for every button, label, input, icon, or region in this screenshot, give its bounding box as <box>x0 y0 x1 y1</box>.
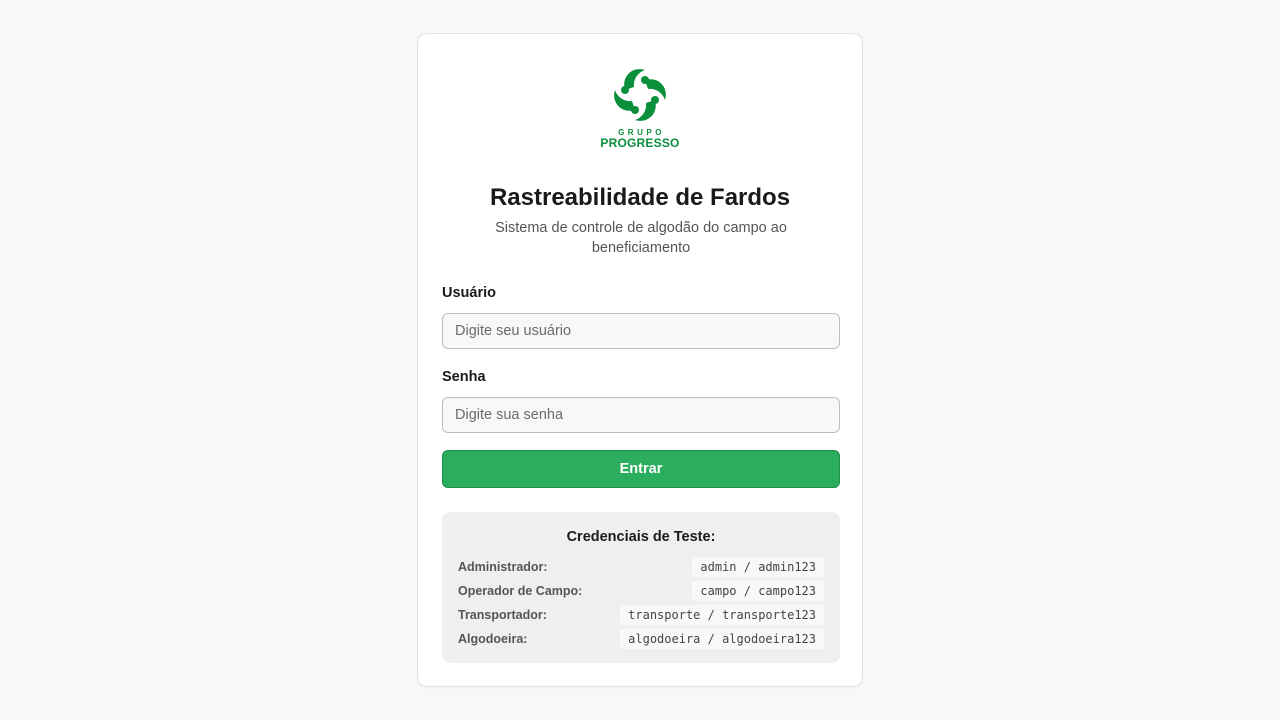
login-button[interactable]: Entrar <box>442 450 840 488</box>
credential-value: campo / campo123 <box>692 581 824 601</box>
credential-role: Administrador: <box>458 560 548 574</box>
credential-row: Operador de Campo: campo / campo123 <box>458 579 824 603</box>
logo-mark-icon <box>614 69 666 121</box>
credential-row: Administrador: admin / admin123 <box>458 555 824 579</box>
logo-text-big: PROGRESSO <box>600 136 680 150</box>
credential-role: Algodoeira: <box>458 632 528 646</box>
login-card: GRUPO PROGRESSO Rastreabilidade de Fardo… <box>417 33 863 687</box>
company-logo: GRUPO PROGRESSO <box>418 64 862 150</box>
username-input[interactable] <box>442 313 840 349</box>
test-credentials-panel: Credenciais de Teste: Administrador: adm… <box>442 512 840 663</box>
password-input[interactable] <box>442 397 840 433</box>
page-title: Rastreabilidade de Fardos <box>489 184 791 211</box>
username-label: Usuário <box>442 285 496 301</box>
credential-value: algodoeira / algodoeira123 <box>620 629 824 649</box>
credential-value: transporte / transporte123 <box>620 605 824 625</box>
credential-row: Algodoeira: algodoeira / algodoeira123 <box>458 627 824 651</box>
page-subtitle: Sistema de controle de algodão do campo … <box>495 220 787 256</box>
credential-value: admin / admin123 <box>692 557 824 577</box>
credentials-title: Credenciais de Teste: <box>566 529 716 545</box>
credential-role: Transportador: <box>458 608 547 622</box>
credential-role: Operador de Campo: <box>458 584 583 598</box>
password-label: Senha <box>442 369 486 385</box>
credential-row: Transportador: transporte / transporte12… <box>458 603 824 627</box>
